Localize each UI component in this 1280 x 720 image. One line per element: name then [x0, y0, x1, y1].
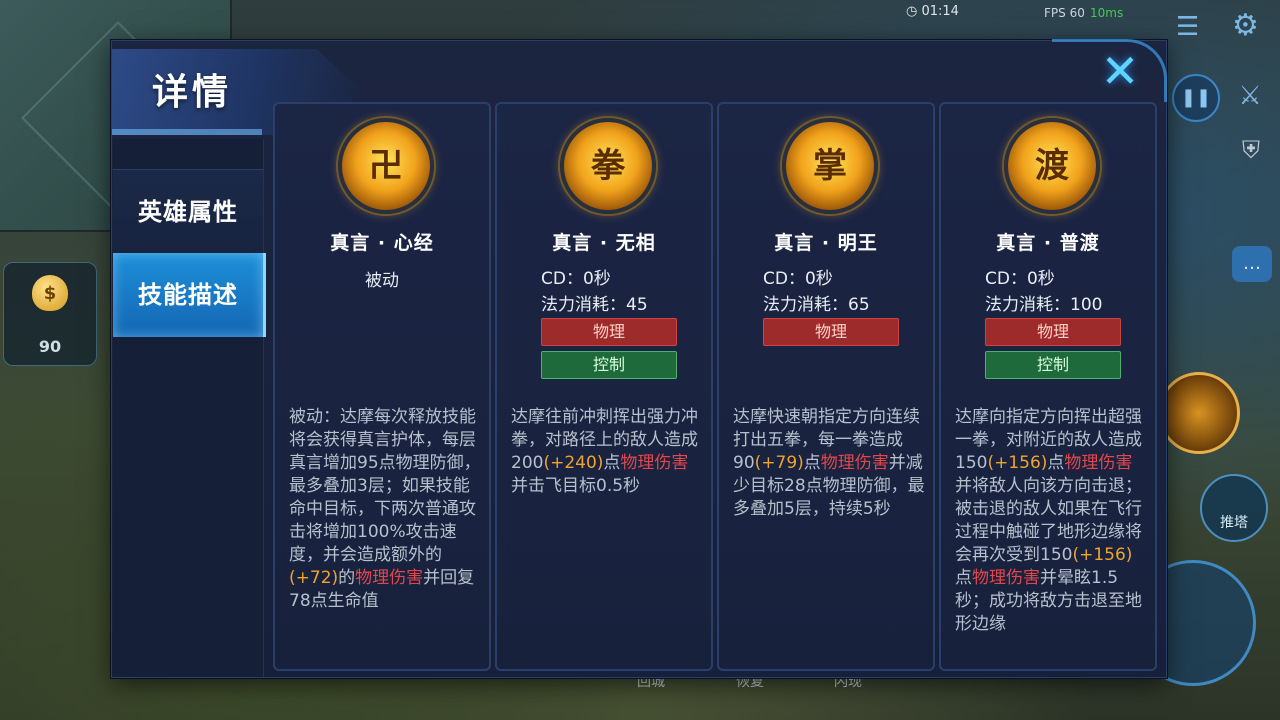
skill-icon-2: 掌 [782, 118, 878, 214]
tag-physical: 物理 [763, 318, 899, 346]
description-text: 点 [803, 453, 821, 473]
money-bag-icon: $ [32, 275, 68, 311]
skill-cooldown: CD：0秒 [985, 269, 1055, 289]
damage-type-text: 物理伤害 [820, 453, 889, 473]
tag-physical: 物理 [541, 318, 677, 346]
skill-name: 真言 · 明王 [774, 232, 878, 254]
skill-card-1: 拳 真言 · 无相 CD：0秒 法力消耗：45 物理 控制 达摩往前冲刺挥出强力… [495, 102, 713, 671]
shield-icon[interactable]: ⛨ [1234, 136, 1268, 170]
skill-type: 被动 [365, 271, 399, 291]
match-clock: ◷ 01:14 [906, 4, 959, 19]
ping-readout: 10ms [1090, 6, 1124, 20]
tab-hero-attributes[interactable]: 英雄属性 [113, 169, 263, 255]
skill-card-passive: 卍 真言 · 心经 被动 被动：达摩每次释放技能将会获得真言护体，每层真言增加9… [273, 102, 491, 671]
dialog-title: 详情 [152, 72, 233, 113]
scaling-value: (+156) [987, 453, 1048, 473]
skill-description: 被动：达摩每次释放技能将会获得真言护体，每层真言增加95点物理防御，最多叠加3层… [289, 406, 481, 613]
description-text: 的 [338, 568, 356, 588]
chat-icon[interactable]: … [1232, 246, 1272, 282]
dialog-header: 详情 ✕ [112, 39, 1167, 135]
skill-description: 达摩快速朝指定方向连续打出五拳，每一拳造成90(+79)点物理伤害并减少目标28… [733, 406, 925, 521]
description-text: 并击飞目标0.5秒 [511, 476, 641, 496]
damage-type-text: 物理伤害 [355, 568, 424, 588]
gold-amount: 90 [38, 337, 62, 356]
scroll-fade [941, 635, 1155, 669]
push-tower-button[interactable]: 推塔 [1200, 474, 1268, 542]
description-text: 点 [1047, 453, 1065, 473]
skill-name: 真言 · 无相 [552, 232, 656, 254]
scaling-value: (+79) [754, 453, 804, 473]
sidebar: 英雄属性 技能描述 [113, 139, 266, 677]
fps-readout: FPS 60 [1044, 6, 1085, 20]
scaling-value: (+240) [543, 453, 604, 473]
gold-panel[interactable]: $ 90 [3, 262, 97, 366]
damage-type-text: 物理伤害 [1064, 453, 1133, 473]
scaling-value: (+156) [1072, 545, 1133, 565]
skill-mana-cost: 法力消耗：65 [763, 295, 870, 315]
description-text: 点 [955, 568, 972, 588]
skill-icon-3: 渡 [1004, 118, 1100, 214]
skill-mana-cost: 法力消耗：100 [985, 295, 1103, 315]
skill-mana-cost: 法力消耗：45 [541, 295, 648, 315]
skill-cooldown: CD：0秒 [763, 269, 833, 289]
tag-control: 控制 [541, 351, 677, 379]
skill-icon-1: 拳 [560, 118, 656, 214]
skill-description: 达摩往前冲刺挥出强力冲拳，对路径上的敌人造成200(+240)点物理伤害并击飞目… [511, 406, 703, 498]
skill-card-2: 掌 真言 · 明王 CD：0秒 法力消耗：65 物理 达摩快速朝指定方向连续打出… [717, 102, 935, 671]
skill-button[interactable] [1158, 372, 1240, 454]
close-button[interactable]: ✕ [1096, 47, 1144, 95]
skill-cooldown: CD：0秒 [541, 269, 611, 289]
tab-skill-description[interactable]: 技能描述 [113, 253, 266, 337]
skill-name: 真言 · 普渡 [996, 232, 1100, 254]
title-stripe [112, 129, 262, 135]
gear-icon[interactable]: ⚙ [1232, 8, 1268, 44]
pause-button[interactable]: ❚❚ [1172, 74, 1220, 122]
scaling-value: (+72) [289, 568, 339, 588]
tag-control: 控制 [985, 351, 1121, 379]
skill-card-3: 渡 真言 · 普渡 CD：0秒 法力消耗：100 物理 控制 达摩向指定方向挥出… [939, 102, 1157, 671]
damage-type-text: 物理伤害 [620, 453, 689, 473]
skill-description[interactable]: 达摩向指定方向挥出超强一拳，对附近的敌人造成150(+156)点物理伤害并将敌人… [955, 406, 1147, 636]
skill-name: 真言 · 心经 [330, 232, 434, 254]
damage-type-text: 物理伤害 [972, 568, 1040, 588]
details-dialog: 详情 ✕ 英雄属性 技能描述 卍 真言 · 心经 被动 被动：达摩每次释放技能将… [111, 39, 1167, 678]
skill-icon-passive: 卍 [338, 118, 434, 214]
description-text: 被动：达摩每次释放技能将会获得真言护体，每层真言增加95点物理防御，最多叠加3层… [289, 407, 481, 565]
sword-icon[interactable]: ⚔ [1230, 76, 1270, 116]
tag-physical: 物理 [985, 318, 1121, 346]
menu-icon[interactable]: ☰ [1176, 12, 1212, 42]
description-text: 点 [603, 453, 621, 473]
